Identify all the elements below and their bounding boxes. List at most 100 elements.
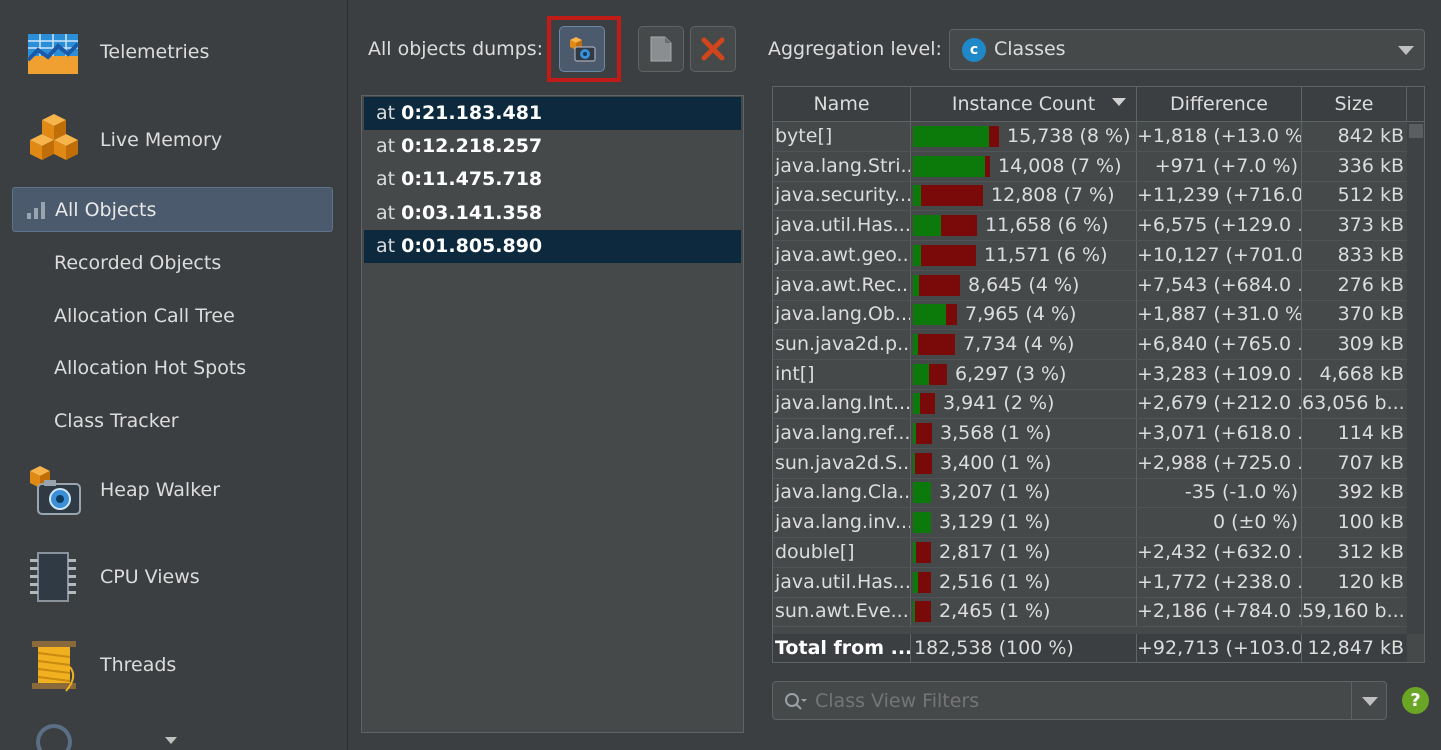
cell-instance-count-text: 2,465 (1 %) <box>939 600 1051 623</box>
count-bar <box>913 333 955 355</box>
cell-instance-count: 3,941 (2 %) <box>911 389 1137 419</box>
dump-item[interactable]: at 0:01.805.890 <box>364 230 741 263</box>
count-bar <box>913 571 931 593</box>
dump-prefix: at <box>376 202 402 224</box>
column-instance-count[interactable]: Instance Count <box>911 87 1137 122</box>
count-bar <box>913 482 931 504</box>
count-bar <box>913 393 935 415</box>
nav-cpu-views[interactable]: CPU Views <box>0 542 348 612</box>
dump-item[interactable]: at 0:11.475.718 <box>364 163 741 196</box>
aggregation-select[interactable]: c Classes <box>949 29 1425 70</box>
dump-item[interactable]: at 0:21.183.481 <box>364 97 741 130</box>
cell-instance-count: 11,658 (6 %) <box>911 211 1137 241</box>
table-row[interactable]: sun.java2d.p... 7,734 (4 %) +6,840 (+765.0… <box>773 329 1407 360</box>
table-row[interactable]: java.security... 12,808 (7 %) +11,239 (+71… <box>773 181 1407 212</box>
cell-instance-count-text: 14,008 (7 %) <box>998 154 1122 177</box>
table-row[interactable]: java.lang.Stri... 14,008 (7 %) +971 (+7.0 … <box>773 151 1407 182</box>
total-diff: +92,713 (+103.0... <box>1137 634 1302 662</box>
cell-instance-count-text: 6,297 (3 %) <box>955 362 1067 385</box>
column-size[interactable]: Size <box>1302 87 1407 122</box>
count-bar-old <box>913 482 931 504</box>
table-row[interactable]: java.lang.Cla... 3,207 (1 %) -35 (-1.0 %) 3… <box>773 478 1407 509</box>
cell-difference: +6,575 (+129.0 ... <box>1137 211 1302 241</box>
cell-size: 276 kB <box>1337 273 1404 296</box>
table-row[interactable]: java.lang.inv... 3,129 (1 %) 0 (±0 %) 100 k… <box>773 508 1407 539</box>
nav-live-memory-label: Live Memory <box>100 129 223 151</box>
count-bar-old <box>913 215 941 237</box>
nav-telemetries[interactable]: Telemetries <box>0 17 348 87</box>
nav-threads[interactable]: Threads <box>0 630 348 700</box>
sidebar: Telemetries Live Memory All Objects Reco… <box>0 0 348 750</box>
cell-instance-count-text: 11,571 (6 %) <box>984 243 1108 266</box>
count-bar-old <box>913 363 929 385</box>
nav-allocation-hot-spots[interactable]: Allocation Hot Spots <box>54 353 334 383</box>
table-row[interactable]: int[] 6,297 (3 %) +3,283 (+109.0 ... 4,668 … <box>773 359 1407 390</box>
nav-allocation-call-tree[interactable]: Allocation Call Tree <box>54 301 334 331</box>
cell-name: java.lang.Stri... <box>773 151 911 181</box>
column-name[interactable]: Name <box>773 87 911 122</box>
count-bar-new <box>985 155 990 177</box>
cell-instance-count-text: 12,808 (7 %) <box>991 184 1115 207</box>
cell-name: java.awt.geo... <box>773 240 911 270</box>
cell-instance-count: 12,808 (7 %) <box>911 181 1137 211</box>
cell-instance-count: 3,400 (1 %) <box>911 448 1137 478</box>
scroll-down-icon[interactable] <box>165 737 177 744</box>
nav-heap-walker[interactable]: Heap Walker <box>0 455 348 525</box>
cell-size: 842 kB <box>1337 125 1404 147</box>
table-row[interactable]: java.awt.geo... 11,571 (6 %) +10,127 (+701… <box>773 240 1407 271</box>
count-bar <box>913 423 932 444</box>
table-row[interactable]: java.lang.Int... 3,941 (2 %) +2,679 (+212.… <box>773 389 1407 420</box>
document-icon <box>650 36 672 62</box>
dump-item[interactable]: at 0:03.141.358 <box>364 197 741 230</box>
take-dump-button[interactable] <box>559 26 605 72</box>
nav-live-memory[interactable]: Live Memory <box>0 105 348 175</box>
cell-name: java.lang.Int... <box>773 389 911 419</box>
cell-instance-count: 14,008 (7 %) <box>911 151 1137 181</box>
filter-history-dropdown[interactable] <box>1362 697 1378 706</box>
cell-size: 63,056 b... <box>1302 392 1405 415</box>
cell-name: java.lang.inv... <box>773 508 911 538</box>
camera-dump-icon <box>570 37 596 62</box>
column-difference[interactable]: Difference <box>1137 87 1302 122</box>
cell-instance-count: 3,568 (1 %) <box>911 419 1137 448</box>
cell-difference: +11,239 (+716.0... <box>1137 181 1302 211</box>
cell-instance-count: 15,738 (8 %) <box>911 122 1137 151</box>
table-row[interactable]: java.util.Has... 2,516 (1 %) +1,772 (+238.… <box>773 567 1407 598</box>
cell-name: java.lang.Ob... <box>773 300 911 330</box>
cell-difference: +2,186 (+784.0 ... <box>1137 597 1302 627</box>
table-row[interactable]: java.lang.Ob... 7,965 (4 %) +1,887 (+31.0 … <box>773 300 1407 331</box>
cell-instance-count-text: 11,658 (6 %) <box>985 214 1109 237</box>
dump-list: at 0:21.183.481 at 0:12.218.257 at 0:11.… <box>361 95 744 733</box>
cell-size: 312 kB <box>1337 540 1404 563</box>
table-row[interactable]: java.lang.ref.... 3,568 (1 %) +3,071 (+618… <box>773 419 1407 449</box>
table-row[interactable]: java.util.Has... 11,658 (6 %) +6,575 (+129… <box>773 211 1407 242</box>
copy-dump-button[interactable] <box>638 26 684 72</box>
help-icon[interactable]: ? <box>1402 687 1429 714</box>
nav-all-objects[interactable]: All Objects <box>12 187 333 232</box>
delete-dump-button[interactable] <box>690 26 736 72</box>
cell-instance-count-text: 3,400 (1 %) <box>940 451 1052 474</box>
nav-recorded-objects[interactable]: Recorded Objects <box>54 248 334 278</box>
table-row[interactable]: java.awt.Rec... 8,645 (4 %) +7,543 (+684.0… <box>773 270 1407 301</box>
vertical-scrollbar[interactable] <box>1407 122 1424 634</box>
table-row[interactable]: sun.awt.Eve... 2,465 (1 %) +2,186 (+784.0 … <box>773 597 1407 628</box>
cell-name: java.util.Has... <box>773 211 911 241</box>
dump-time: 0:21.183.481 <box>401 102 543 124</box>
table-row[interactable]: byte[] 15,738 (8 %) +1,818 (+13.0 %) 842 kB <box>773 122 1407 152</box>
nav-class-tracker[interactable]: Class Tracker <box>54 406 334 436</box>
cell-instance-count: 2,817 (1 %) <box>911 537 1137 567</box>
cell-size: 370 kB <box>1337 303 1404 326</box>
dump-item[interactable]: at 0:12.218.257 <box>364 130 741 163</box>
cell-difference: +2,432 (+632.0 ... <box>1137 537 1302 567</box>
class-c-icon: c <box>962 38 986 62</box>
cell-difference: +971 (+7.0 %) <box>1137 151 1302 181</box>
table-row[interactable]: sun.java2d.S... 3,400 (1 %) +2,988 (+725.0… <box>773 448 1407 479</box>
cell-size: 512 kB <box>1337 184 1404 207</box>
filter-input[interactable] <box>815 690 1315 712</box>
count-bar <box>913 452 932 474</box>
table-row[interactable]: double[] 2,817 (1 %) +2,432 (+632.0 ... 312… <box>773 537 1407 568</box>
cell-instance-count-text: 3,941 (2 %) <box>943 392 1055 415</box>
count-bar-old <box>913 126 989 147</box>
scrollbar-thumb[interactable] <box>1409 124 1423 138</box>
count-bar-new <box>920 393 935 415</box>
